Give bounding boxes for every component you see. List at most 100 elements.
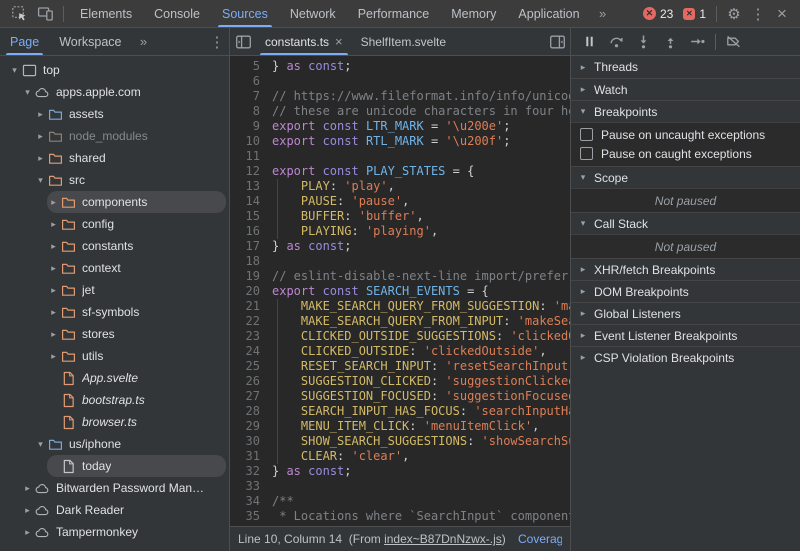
- editor-tab-shelfitem-svelte[interactable]: ShelfItem.svelte: [352, 28, 455, 55]
- kebab-menu-icon[interactable]: ⋮: [746, 2, 770, 26]
- line-number[interactable]: 32: [230, 464, 260, 479]
- navigator-tab-workspace[interactable]: Workspace: [49, 28, 131, 55]
- line-number[interactable]: 30: [230, 434, 260, 449]
- expander-closed-icon[interactable]: ▸: [47, 285, 60, 296]
- checkbox[interactable]: [580, 147, 593, 160]
- line-number[interactable]: 22: [230, 314, 260, 329]
- pause-icon[interactable]: [576, 30, 603, 54]
- section-breakpoints[interactable]: ▾ Breakpoints: [571, 100, 800, 122]
- error-badge[interactable]: ✕ 23: [642, 7, 673, 21]
- more-navigator-tabs-icon[interactable]: »: [132, 30, 156, 54]
- section-watch[interactable]: ▸ Watch: [571, 78, 800, 100]
- expander-closed-icon[interactable]: ▸: [34, 153, 47, 164]
- close-tab-icon[interactable]: ×: [335, 35, 343, 48]
- tree-item-apps-apple-com[interactable]: ▾ apps.apple.com: [0, 81, 229, 103]
- tree-item-sf-symbols[interactable]: ▸ sf-symbols: [0, 301, 229, 323]
- expander-closed-icon[interactable]: ▸: [34, 131, 47, 142]
- tree-item-bitwarden-password-man[interactable]: ▸ Bitwarden Password Man…: [0, 477, 229, 499]
- line-number[interactable]: 31: [230, 449, 260, 464]
- line-number[interactable]: 34: [230, 494, 260, 509]
- expander-closed-icon[interactable]: ▸: [47, 197, 60, 208]
- mapped-source-link[interactable]: index~B87DnNzwx-.js: [384, 532, 502, 546]
- expander-open-icon[interactable]: ▾: [8, 65, 21, 76]
- checkbox-row-pause-on-caught-exceptions[interactable]: Pause on caught exceptions: [571, 144, 800, 163]
- section-scope[interactable]: ▾ Scope: [571, 166, 800, 188]
- line-number[interactable]: 23: [230, 329, 260, 344]
- expander-closed-icon[interactable]: ▸: [34, 109, 47, 120]
- section-call-stack[interactable]: ▾ Call Stack: [571, 212, 800, 234]
- expander-closed-icon[interactable]: ▸: [21, 527, 34, 538]
- tree-item-node-modules[interactable]: ▸ node_modules: [0, 125, 229, 147]
- line-number[interactable]: 18: [230, 254, 260, 269]
- expander-closed-icon[interactable]: ▸: [47, 241, 60, 252]
- line-number[interactable]: 20: [230, 284, 260, 299]
- line-number[interactable]: 35: [230, 509, 260, 524]
- tree-item-browser-ts[interactable]: browser.ts: [0, 411, 229, 433]
- section-event-listener-breakpoints[interactable]: ▸ Event Listener Breakpoints: [571, 324, 800, 346]
- navigator-tab-page[interactable]: Page: [0, 28, 49, 55]
- tree-item-bootstrap-ts[interactable]: bootstrap.ts: [0, 389, 229, 411]
- coverage-link[interactable]: Coverage: [518, 532, 562, 546]
- line-number[interactable]: 13: [230, 179, 260, 194]
- section-csp-violation-breakpoints[interactable]: ▸ CSP Violation Breakpoints: [571, 346, 800, 368]
- tree-item-shared[interactable]: ▸ shared: [0, 147, 229, 169]
- checkbox-row-pause-on-uncaught-exceptions[interactable]: Pause on uncaught exceptions: [571, 125, 800, 144]
- line-number[interactable]: 24: [230, 344, 260, 359]
- expander-closed-icon[interactable]: ▸: [47, 329, 60, 340]
- expander-open-icon[interactable]: ▾: [34, 175, 47, 186]
- section-xhr-fetch-breakpoints[interactable]: ▸ XHR/fetch Breakpoints: [571, 258, 800, 280]
- tree-item-utils[interactable]: ▸ utils: [0, 345, 229, 367]
- issue-badge[interactable]: ✕ 1: [683, 7, 706, 21]
- line-number[interactable]: 17: [230, 239, 260, 254]
- inspect-element-icon[interactable]: [6, 2, 32, 26]
- expander-closed-icon[interactable]: ▸: [47, 263, 60, 274]
- device-toolbar-icon[interactable]: [32, 2, 58, 26]
- tree-item-assets[interactable]: ▸ assets: [0, 103, 229, 125]
- tab-sources[interactable]: Sources: [211, 0, 279, 27]
- section-threads[interactable]: ▸ Threads: [571, 56, 800, 78]
- tab-performance[interactable]: Performance: [347, 0, 441, 27]
- tree-item-us-iphone[interactable]: ▾ us/iphone: [0, 433, 229, 455]
- deactivate-breakpoints-icon[interactable]: [720, 30, 747, 54]
- line-number[interactable]: 19: [230, 269, 260, 284]
- line-number[interactable]: 8: [230, 104, 260, 119]
- checkbox[interactable]: [580, 128, 593, 141]
- gear-icon[interactable]: ⚙: [722, 2, 746, 26]
- line-number[interactable]: 29: [230, 419, 260, 434]
- line-number[interactable]: 21: [230, 299, 260, 314]
- line-number[interactable]: 16: [230, 224, 260, 239]
- tree-item-context[interactable]: ▸ context: [0, 257, 229, 279]
- tab-application[interactable]: Application: [507, 0, 590, 27]
- expander-closed-icon[interactable]: ▸: [21, 483, 34, 494]
- tree-item-src[interactable]: ▾ src: [0, 169, 229, 191]
- toggle-debugger-sidebar-icon[interactable]: [544, 30, 570, 54]
- line-number[interactable]: 10: [230, 134, 260, 149]
- section-global-listeners[interactable]: ▸ Global Listeners: [571, 302, 800, 324]
- expander-closed-icon[interactable]: ▸: [47, 219, 60, 230]
- toggle-navigator-icon[interactable]: [230, 30, 256, 54]
- line-number[interactable]: 26: [230, 374, 260, 389]
- tab-console[interactable]: Console: [143, 0, 211, 27]
- tree-item-app-svelte[interactable]: App.svelte: [0, 367, 229, 389]
- more-tabs-icon[interactable]: »: [591, 2, 615, 26]
- step-out-icon[interactable]: [657, 30, 684, 54]
- line-number[interactable]: 14: [230, 194, 260, 209]
- tree-item-stores[interactable]: ▸ stores: [0, 323, 229, 345]
- step-into-icon[interactable]: [630, 30, 657, 54]
- tree-item-components[interactable]: ▸ components: [0, 191, 229, 213]
- editor-tab-constants-ts[interactable]: constants.ts ×: [256, 28, 352, 55]
- line-number[interactable]: 9: [230, 119, 260, 134]
- tree-item-jet[interactable]: ▸ jet: [0, 279, 229, 301]
- expander-open-icon[interactable]: ▾: [34, 439, 47, 450]
- expander-open-icon[interactable]: ▾: [21, 87, 34, 98]
- line-number[interactable]: 27: [230, 389, 260, 404]
- step-over-icon[interactable]: [603, 30, 630, 54]
- expander-closed-icon[interactable]: ▸: [47, 307, 60, 318]
- tree-item-top[interactable]: ▾ top: [0, 59, 229, 81]
- expander-closed-icon[interactable]: ▸: [21, 505, 34, 516]
- navigator-kebab-icon[interactable]: ⋮: [205, 30, 229, 54]
- expander-closed-icon[interactable]: ▸: [47, 351, 60, 362]
- line-number[interactable]: 25: [230, 359, 260, 374]
- step-icon[interactable]: [684, 30, 711, 54]
- line-number[interactable]: 33: [230, 479, 260, 494]
